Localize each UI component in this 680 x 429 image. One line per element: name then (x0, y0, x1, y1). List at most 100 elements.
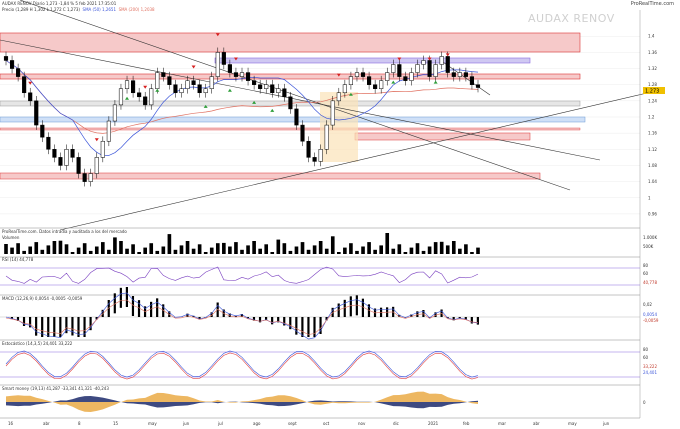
x-tick: jul (217, 421, 223, 426)
price-tick: 0.96 (648, 211, 657, 216)
x-tick: nov (358, 421, 366, 426)
macd-hist (295, 317, 298, 335)
signal-up-arrow (227, 88, 232, 92)
volume-bar (391, 248, 396, 254)
candle-body (106, 120, 111, 142)
volume-note: ProRealTime.com. Datos intradía y audita… (2, 229, 127, 234)
volume-bar (240, 249, 244, 254)
candle-body (40, 124, 45, 138)
candle-body (22, 76, 27, 94)
candle-body (360, 72, 366, 77)
volume-bar (451, 241, 456, 254)
macd-hist (22, 317, 26, 326)
volume-bar (10, 247, 14, 254)
volume-bar (143, 247, 147, 254)
candle-body (415, 64, 420, 73)
volume-bar (343, 247, 347, 254)
candle-body (137, 92, 142, 98)
x-tick: ago (253, 421, 261, 426)
candle-body (221, 52, 226, 65)
rsi-tick: 40,778 (643, 280, 657, 285)
price-tick: 1.08 (648, 163, 657, 168)
volume-tick: 1.000K (643, 235, 657, 240)
price-tick: 1.24 (648, 98, 657, 103)
macd-hist (71, 317, 74, 336)
candle-body (475, 84, 481, 88)
volume-bar (173, 249, 178, 254)
stoch-tick: 80 (643, 347, 649, 352)
candle-body (391, 64, 396, 73)
candle-body (403, 76, 408, 81)
smart-money-label: Smart money (19,13) 41,287 -33,341 41,32… (2, 386, 109, 391)
candle-body (282, 88, 287, 98)
chart-svg: 1.4 1.36 1.32 1.28 1.24 1.2 1.16 1.12 1.08 1.04 1 0… (0, 0, 665, 426)
volume-bar (197, 244, 202, 254)
price-axis: 1.4 1.36 1.32 1.28 1.24 1.2 1.16 1.12 1.08 1.04 1 0… (648, 34, 657, 217)
candle-body (348, 76, 353, 85)
signal-down-arrow (28, 81, 33, 85)
volume-bar (161, 246, 166, 254)
x-tick: may (148, 421, 157, 426)
resistance-zone-mid (0, 73, 581, 80)
volume-bar (215, 243, 220, 254)
candle-body (131, 80, 136, 94)
candle-body (336, 92, 341, 102)
stochastic-label: Estocástico (14,3,5) 24,401 33,222 (2, 341, 73, 346)
candle-body (215, 52, 220, 77)
stochastic-lines (0, 350, 640, 380)
candle-body (276, 88, 281, 94)
volume-bar (397, 244, 402, 254)
price-tick: 1.16 (648, 131, 657, 136)
volume-bar (137, 252, 141, 254)
volume-bar (458, 248, 462, 254)
candle-body (124, 80, 130, 89)
signal-up-arrow (155, 88, 160, 92)
candle-body (16, 68, 21, 77)
volume-tick: 500K (643, 244, 654, 249)
candle-body (155, 72, 160, 89)
signal-up-arrow (125, 96, 130, 100)
volume-bar (203, 252, 208, 254)
signal-down-arrow (191, 65, 196, 69)
volume-bar (367, 242, 371, 254)
x-tick: abr (43, 421, 50, 426)
volume-bar (403, 252, 408, 254)
volume-bar (276, 239, 281, 254)
candle-body (82, 173, 87, 182)
volume-bar (415, 243, 420, 254)
macd-tick: 0,02 (643, 302, 652, 307)
volume-bar (4, 244, 8, 254)
candle-body (427, 60, 432, 77)
volume-bar (64, 244, 69, 254)
price-tick: 1.36 (648, 50, 657, 55)
smart-money-tick: 0 (643, 400, 646, 405)
price-tick: 1 (648, 195, 651, 200)
candle-body (118, 88, 124, 106)
volume-bar (209, 247, 214, 254)
x-tick: oct (323, 421, 330, 426)
macd-signal (5, 299, 479, 335)
candle-body (457, 72, 462, 77)
candle-body (451, 72, 456, 77)
volume-bar (252, 241, 256, 254)
volume-bar (22, 250, 26, 254)
macd-hist (271, 317, 274, 325)
volume-bar (52, 241, 57, 254)
price-tick: 1.4 (648, 34, 655, 39)
volume-bar (445, 245, 450, 254)
volume-bar (82, 243, 87, 254)
chart-window: AUDAX RENOV Diario 1,273 -1,84 % 5 feb 2… (0, 0, 680, 429)
candle-body (143, 96, 148, 106)
x-tick: 16 (8, 421, 14, 426)
volume-bar (246, 245, 250, 254)
macd-tick: -0,0059 (643, 318, 659, 323)
x-tick: 15 (113, 421, 119, 426)
macd-hist (125, 287, 128, 307)
volume-bar (464, 244, 468, 254)
price-tick: 1.12 (648, 147, 657, 152)
x-tick: abr (533, 421, 540, 426)
volume-bar (373, 249, 377, 254)
volume-bar (355, 250, 359, 254)
volume-bar (318, 241, 323, 254)
candle-body (379, 80, 384, 89)
